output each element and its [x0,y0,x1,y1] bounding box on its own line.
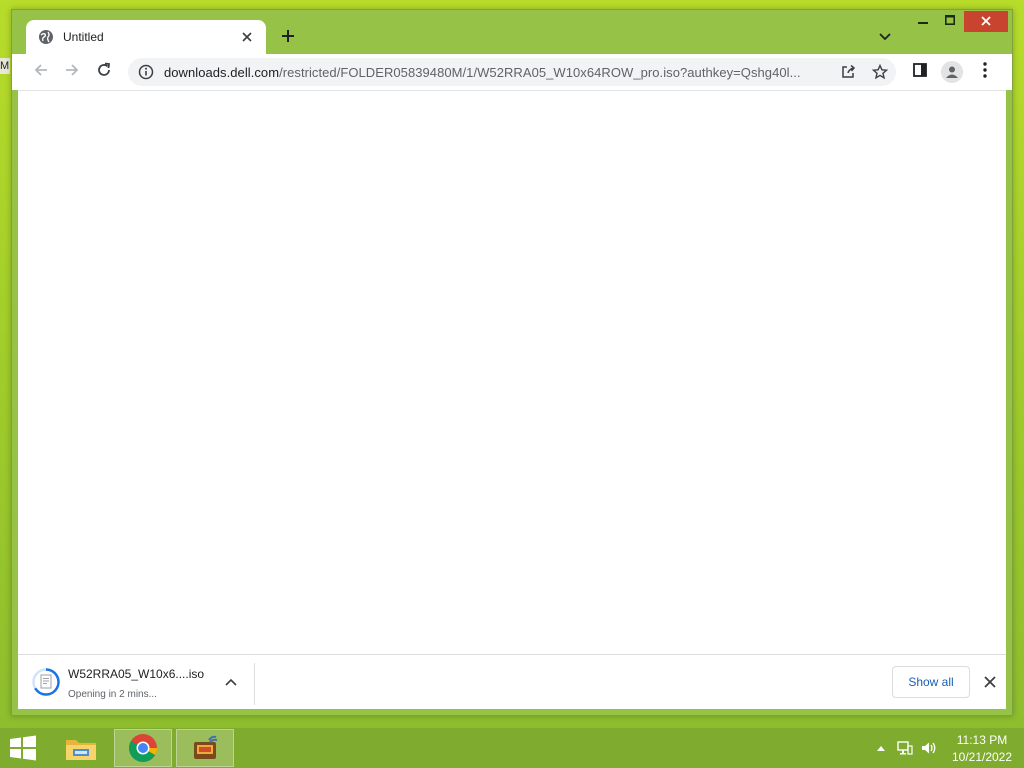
side-panel-icon [913,62,927,82]
show-all-button[interactable]: Show all [892,666,970,698]
download-filename: W52RRA05_W10x6....iso [68,667,205,681]
share-icon[interactable] [838,62,858,82]
forward-arrow-icon [64,62,80,83]
tab-close-icon[interactable] [238,28,256,46]
url-host: downloads.dell.com [164,64,280,80]
tab-title: Untitled [63,30,104,44]
url-path: /restricted/FOLDER05839480M/1/W52RRA05_W… [279,64,801,80]
chevron-up-icon[interactable] [222,673,240,691]
forward-button[interactable] [59,59,85,85]
kebab-menu-icon [983,61,987,83]
window-close-button[interactable] [964,11,1008,32]
chrome-icon[interactable] [114,729,172,767]
download-progress-icon [32,668,60,696]
download-shelf: W52RRA05_W10x6....iso Opening in 2 mins.… [18,654,1006,709]
network-icon[interactable] [897,740,913,756]
new-tab-button[interactable] [276,26,300,50]
download-status: Opening in 2 mins... [68,689,157,700]
minimize-icon [918,12,928,30]
chrome-menu-button[interactable] [972,59,998,85]
globe-icon [38,29,54,45]
side-panel-button[interactable] [907,59,933,85]
url-text[interactable]: downloads.dell.com/restricted/FOLDER0583… [164,65,829,80]
close-icon [981,13,991,31]
clock-time: 11:13 PM [956,733,1008,747]
tab-untitled[interactable]: Untitled [26,20,266,54]
tab-search-button[interactable] [874,26,896,48]
close-shelf-icon[interactable] [980,672,1000,692]
info-icon[interactable] [138,64,154,80]
profile-button[interactable] [939,59,965,85]
profile-avatar-icon [941,61,963,83]
download-separator [254,663,255,705]
volume-icon[interactable] [921,740,937,756]
reload-icon [96,62,112,83]
clock-date: 10/21/2022 [951,750,1013,764]
maximize-button[interactable] [936,10,964,32]
file-explorer-icon[interactable] [52,729,110,767]
tab-strip: Untitled [12,10,1012,54]
taskbar: 11:13 PM 10/21/2022 [0,728,1024,768]
browser-toolbar: downloads.dell.com/restricted/FOLDER0583… [12,54,1012,90]
reload-button[interactable] [91,59,117,85]
media-app-icon[interactable] [176,729,234,767]
page-content [18,90,1006,654]
plus-icon [281,29,295,48]
download-item[interactable]: W52RRA05_W10x6....iso Opening in 2 mins.… [18,655,254,709]
minimize-button[interactable] [908,10,938,32]
chevron-down-icon [879,28,891,46]
taskbar-clock[interactable]: 11:13 PM 10/21/2022 [944,733,1020,765]
address-bar[interactable]: downloads.dell.com/restricted/FOLDER0583… [128,58,896,86]
back-button[interactable] [28,59,54,85]
windows-start-icon[interactable] [8,735,38,761]
maximize-icon [945,12,955,30]
browser-window: Untitled downloads.dell.com/restricted/F… [11,9,1013,716]
back-arrow-icon [33,62,49,83]
desktop-edge-label: M [0,58,10,74]
bookmark-star-icon[interactable] [870,62,890,82]
tray-overflow-icon[interactable] [873,740,889,756]
